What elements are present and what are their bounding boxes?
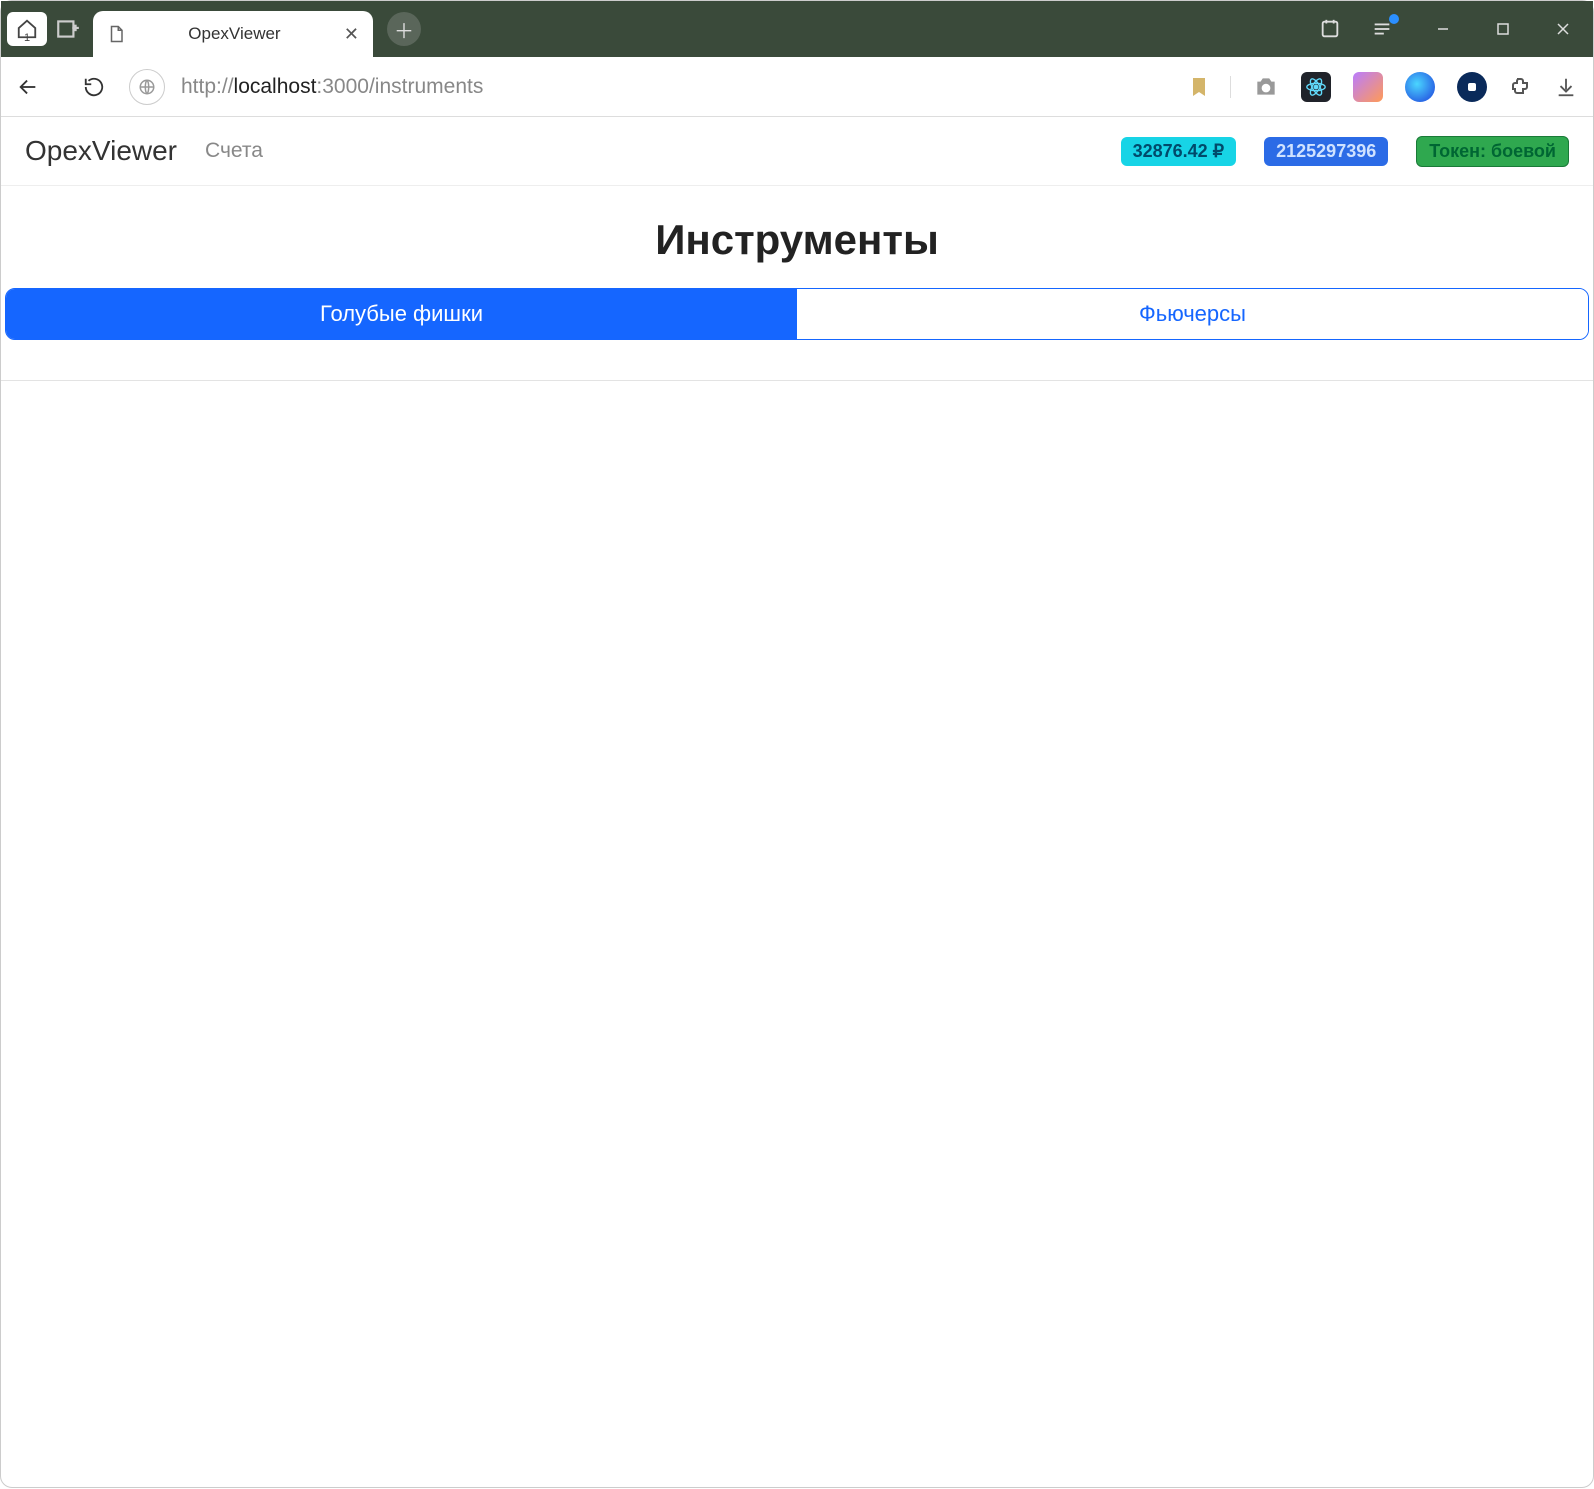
download-icon[interactable] [1555, 76, 1577, 98]
app-brand[interactable]: OpexViewer [25, 135, 177, 167]
new-tab-button[interactable]: ＋ [387, 12, 421, 46]
token-badge[interactable]: Токен: боевой [1416, 136, 1569, 167]
url-host: localhost [234, 75, 317, 98]
window-close-button[interactable] [1533, 1, 1593, 57]
account-badge[interactable]: 2125297396 [1264, 137, 1388, 166]
browser-tab[interactable]: OpexViewer ✕ [93, 11, 373, 57]
browser-titlebar: 1 OpexViewer ✕ ＋ [1, 1, 1593, 57]
balance-badge[interactable]: 32876.42 ₽ [1121, 137, 1237, 166]
window-maximize-button[interactable] [1473, 1, 1533, 57]
tab-close-icon[interactable]: ✕ [344, 24, 359, 45]
extension-camera-icon[interactable] [1253, 74, 1279, 100]
reload-button[interactable] [83, 76, 113, 98]
url-prefix: http:// [181, 75, 234, 98]
extension-circle-icon[interactable] [1405, 72, 1435, 102]
bookmark-icon[interactable] [1190, 76, 1208, 98]
url-field[interactable]: http://localhost:3000/instruments [181, 75, 1174, 99]
workspace-add-icon[interactable] [53, 14, 83, 44]
collections-icon[interactable] [1319, 18, 1341, 40]
tab-title: OpexViewer [139, 24, 330, 44]
extension-circle-2[interactable] [1457, 72, 1487, 102]
app-navbar: OpexViewer Счета 32876.42 ₽ 2125297396 Т… [1, 117, 1593, 186]
tab-futures[interactable]: Фьючерсы [797, 289, 1588, 339]
page-scroll[interactable]: OpexViewer Счета 32876.42 ₽ 2125297396 Т… [1, 117, 1593, 1489]
window-minimize-button[interactable] [1413, 1, 1473, 57]
menu-icon[interactable] [1371, 18, 1393, 40]
extension-react-icon[interactable] [1301, 72, 1331, 102]
workspace-home-button[interactable]: 1 [7, 12, 47, 46]
extension-square-1[interactable] [1353, 72, 1383, 102]
extensions-button[interactable] [1509, 75, 1533, 99]
instrument-tabs: Голубые фишки Фьючерсы [5, 288, 1589, 340]
tab-blue-chips[interactable]: Голубые фишки [6, 289, 797, 339]
back-button[interactable] [17, 76, 47, 98]
page-title: Инструменты [1, 216, 1593, 264]
document-icon [107, 25, 125, 43]
browser-addressbar: http://localhost:3000/instruments [1, 57, 1593, 117]
url-path: :3000/instruments [316, 75, 483, 98]
nav-link-0[interactable]: Счета [205, 139, 263, 163]
separator [1230, 76, 1231, 98]
site-identity-icon[interactable] [129, 69, 165, 105]
workspace-badge: 1 [24, 32, 30, 44]
